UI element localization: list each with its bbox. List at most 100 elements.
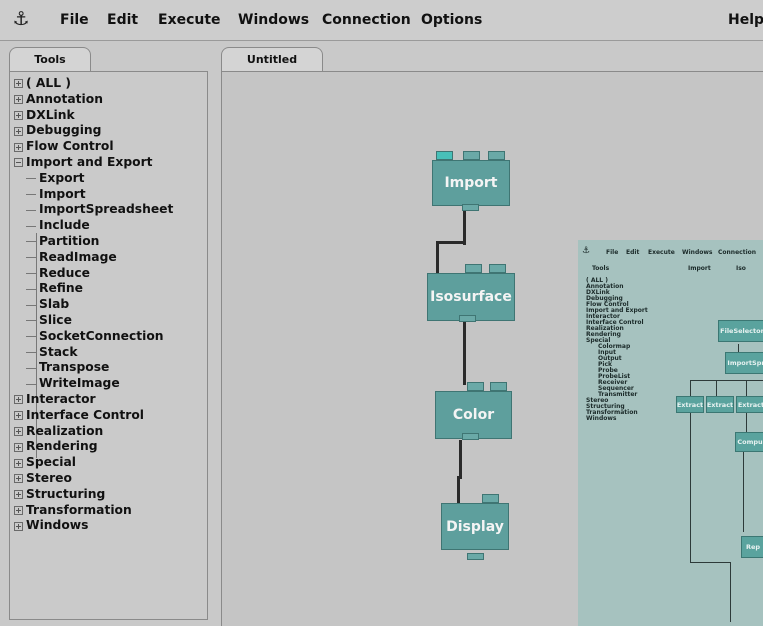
module-input-port[interactable] xyxy=(463,151,480,160)
connection-wire[interactable] xyxy=(463,322,466,385)
inset-menu-item: Connection xyxy=(718,249,757,256)
expand-icon[interactable] xyxy=(14,411,23,421)
module-output-port[interactable] xyxy=(462,433,479,440)
expand-icon[interactable] xyxy=(14,442,23,452)
expand-icon[interactable] xyxy=(14,79,23,89)
connection-wire[interactable] xyxy=(459,440,462,478)
module-output-port[interactable] xyxy=(467,553,484,560)
tree-connector xyxy=(26,320,36,322)
tree-tool-item[interactable]: Export xyxy=(14,171,173,187)
connection-wire[interactable] xyxy=(457,476,460,506)
module-input-port[interactable] xyxy=(489,264,506,273)
module-input-port[interactable] xyxy=(467,382,484,391)
module-import[interactable]: Import xyxy=(432,160,510,206)
inset-module: Extract xyxy=(736,396,763,413)
expand-icon[interactable] xyxy=(14,142,23,152)
tab-tools[interactable]: Tools xyxy=(9,47,91,72)
menu-windows[interactable]: Windows xyxy=(238,11,309,29)
connection-wire[interactable] xyxy=(463,211,466,245)
tree-category[interactable]: Realization xyxy=(14,424,173,440)
expand-icon[interactable] xyxy=(14,521,23,531)
tree-tool-item[interactable]: Import xyxy=(14,187,173,203)
inset-tree-item: Windows xyxy=(586,415,617,422)
tree-connector xyxy=(26,367,36,369)
tree-category[interactable]: Flow Control xyxy=(14,139,173,155)
tree-category[interactable]: Special xyxy=(14,455,173,471)
tree-tool-item[interactable]: Partition xyxy=(14,234,173,250)
tree-tool-item[interactable]: Transpose xyxy=(14,360,173,376)
tree-tool-item[interactable]: Slice xyxy=(14,313,173,329)
tree-tool-item[interactable]: ImportSpreadsheet xyxy=(14,202,173,218)
anchor-icon[interactable]: ⚓ xyxy=(10,8,32,30)
menu-options[interactable]: Options xyxy=(421,11,482,29)
expand-icon[interactable] xyxy=(14,395,23,405)
collapse-icon[interactable] xyxy=(14,158,23,168)
menu-edit[interactable]: Edit xyxy=(107,11,138,29)
menu-help[interactable]: Help xyxy=(728,11,763,29)
module-display[interactable]: Display xyxy=(441,503,509,550)
module-input-port[interactable] xyxy=(488,151,505,160)
inset-anchor-icon: ⚓ xyxy=(582,246,591,256)
module-output-port[interactable] xyxy=(459,315,476,322)
tree-tool-item[interactable]: WriteImage xyxy=(14,376,173,392)
inset-module: Rep xyxy=(741,536,763,558)
inset-module: Extract xyxy=(706,396,734,413)
module-color[interactable]: Color xyxy=(435,391,512,439)
inset-wire xyxy=(746,412,747,432)
tree-tool-item[interactable]: Refine xyxy=(14,281,173,297)
tree-category[interactable]: Annotation xyxy=(14,92,173,108)
inset-module: Extract xyxy=(676,396,704,413)
tree-connector xyxy=(26,241,36,243)
tree-tool-item[interactable]: Include xyxy=(14,218,173,234)
tools-panel: ( ALL ) Annotation DXLink Debugging Flow… xyxy=(9,71,208,620)
inset-tab: Tools xyxy=(592,265,610,272)
inset-module: Compu xyxy=(735,432,763,452)
tab-untitled[interactable]: Untitled xyxy=(221,47,323,72)
tree-category[interactable]: DXLink xyxy=(14,108,173,124)
expand-icon[interactable] xyxy=(14,126,23,136)
expand-icon[interactable] xyxy=(14,458,23,468)
tree-connector xyxy=(26,351,36,353)
inset-menu-item: File xyxy=(606,249,619,256)
tree-tool-item[interactable]: ReadImage xyxy=(14,250,173,266)
module-input-port[interactable] xyxy=(465,264,482,273)
expand-icon[interactable] xyxy=(14,474,23,484)
expand-icon[interactable] xyxy=(14,95,23,105)
tree-category[interactable]: Rendering xyxy=(14,439,173,455)
tree-category-expanded[interactable]: Import and Export xyxy=(14,155,173,171)
expand-icon[interactable] xyxy=(14,505,23,515)
connection-wire[interactable] xyxy=(436,241,466,244)
tree-connector xyxy=(26,383,36,385)
inset-wire xyxy=(730,562,731,622)
tree-connector xyxy=(26,288,36,290)
menu-connection[interactable]: Connection xyxy=(322,11,411,29)
tree-category[interactable]: ( ALL ) xyxy=(14,76,173,92)
module-input-port[interactable] xyxy=(436,151,453,160)
tree-category[interactable]: Windows xyxy=(14,518,173,534)
expand-icon[interactable] xyxy=(14,426,23,436)
tree-connector xyxy=(26,304,36,306)
tree-tool-item[interactable]: Stack xyxy=(14,345,173,361)
tree-tool-item[interactable]: SocketConnection xyxy=(14,329,173,345)
expand-icon[interactable] xyxy=(14,110,23,120)
expand-icon[interactable] xyxy=(14,490,23,500)
tree-category[interactable]: Stereo xyxy=(14,471,173,487)
tree-category[interactable]: Interactor xyxy=(14,392,173,408)
tree-category[interactable]: Debugging xyxy=(14,123,173,139)
tree-connector xyxy=(26,336,36,338)
tree-connector xyxy=(26,193,36,195)
inset-wire xyxy=(743,452,744,532)
tree-category[interactable]: Interface Control xyxy=(14,408,173,424)
inset-menu-item: Execute xyxy=(648,249,675,256)
module-input-port[interactable] xyxy=(490,382,507,391)
module-input-port[interactable] xyxy=(482,494,499,503)
menu-execute[interactable]: Execute xyxy=(158,11,221,29)
tree-tool-item[interactable]: Reduce xyxy=(14,266,173,282)
inset-screenshot: ⚓ File Edit Execute Windows Connection T… xyxy=(578,240,763,626)
module-isosurface[interactable]: Isosurface xyxy=(427,273,515,321)
tree-category[interactable]: Transformation xyxy=(14,503,173,519)
menu-file[interactable]: File xyxy=(60,11,89,29)
tree-tool-item[interactable]: Slab xyxy=(14,297,173,313)
tree-category[interactable]: Structuring xyxy=(14,487,173,503)
module-output-port[interactable] xyxy=(462,204,479,211)
